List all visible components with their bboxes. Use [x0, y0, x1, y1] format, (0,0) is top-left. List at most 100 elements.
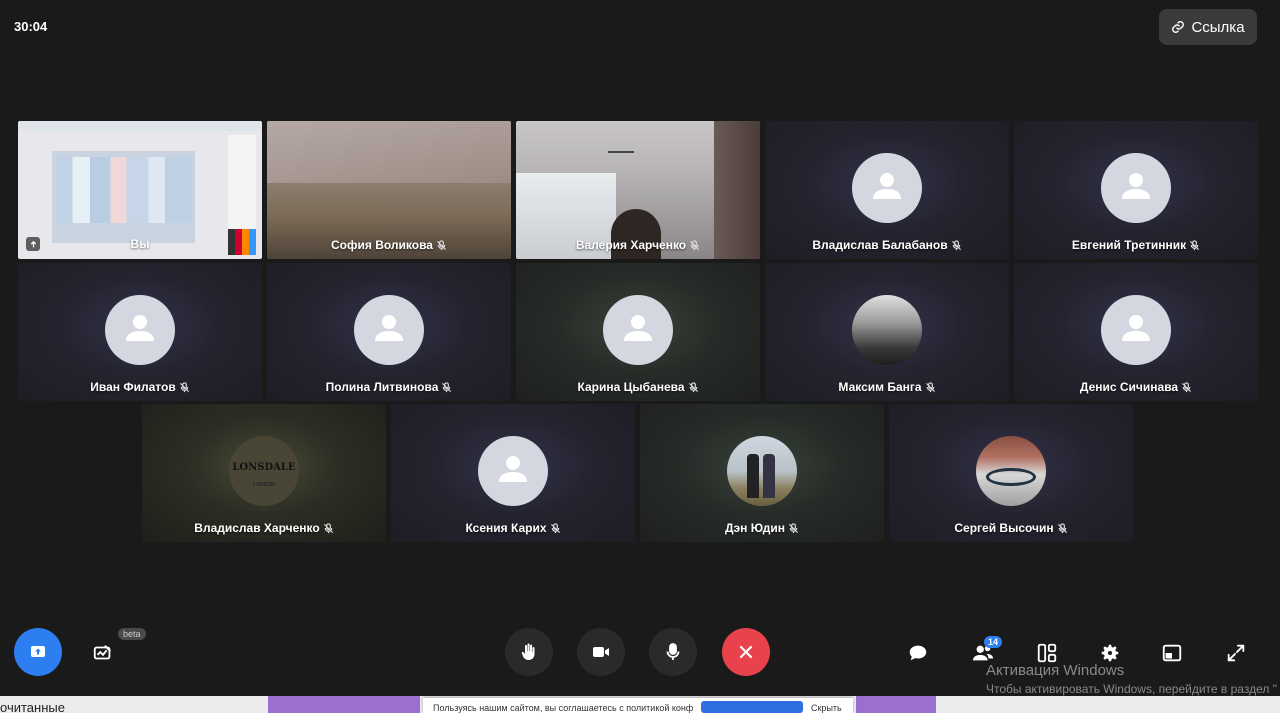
participant-name: Иван Филатов	[18, 380, 262, 394]
layout-grid-icon	[1037, 643, 1057, 663]
lonsdale-logo-sub: LONDON	[253, 482, 275, 488]
cookie-hide-link[interactable]: Скрыть	[811, 703, 842, 713]
cookie-banner: Пользуясь нашим сайтом, вы соглашаетесь …	[423, 698, 853, 713]
participant-name: Денис Сичинава	[1014, 380, 1258, 394]
participant-tile-ivan[interactable]: Иван Филатов	[18, 263, 262, 401]
user-icon	[873, 173, 901, 199]
background-page-text: очитанные	[0, 700, 65, 713]
shared-screen-titlebar	[18, 121, 262, 131]
photo-person	[763, 454, 775, 498]
avatar	[727, 436, 797, 506]
fullscreen-button[interactable]	[1221, 638, 1251, 668]
raise-hand-button[interactable]	[505, 628, 553, 676]
user-icon	[375, 315, 403, 341]
mic-muted-icon	[1190, 239, 1200, 250]
avatar	[852, 153, 922, 223]
lonsdale-logo: LONSDALE	[232, 462, 296, 473]
camera-feed-lamp	[608, 151, 634, 161]
participant-tile-sofia[interactable]: София Воликова	[267, 121, 511, 259]
user-icon	[499, 456, 527, 482]
cookie-banner-text: Пользуясь нашим сайтом, вы соглашаетесь …	[433, 703, 693, 713]
avatar	[354, 295, 424, 365]
participant-tile-vladislav-b[interactable]: Владислав Балабанов	[765, 121, 1009, 259]
participant-tile-valeria[interactable]: Валерия Харченко	[516, 121, 760, 259]
link-icon	[1172, 21, 1185, 33]
user-icon	[1122, 173, 1150, 199]
close-icon	[739, 645, 753, 659]
background-page-banner	[268, 696, 420, 713]
expand-icon	[1227, 644, 1245, 662]
background-page-banner	[856, 696, 936, 713]
mic-muted-icon	[436, 239, 447, 250]
participant-tile-karina[interactable]: Карина Цыбанева	[516, 263, 760, 401]
participant-tile-sergey[interactable]: Сергей Высочин	[889, 404, 1133, 542]
photo-person	[747, 454, 759, 498]
participant-name: Карина Цыбанева	[516, 380, 760, 394]
avatar	[1101, 295, 1171, 365]
participant-name: Сергей Высочин	[889, 521, 1133, 535]
participant-name: Вы	[130, 237, 150, 251]
chat-button[interactable]	[903, 638, 933, 668]
user-icon	[1122, 315, 1150, 341]
participant-tile-evgeny[interactable]: Евгений Третинник	[1014, 121, 1258, 259]
screen-share-icon	[31, 646, 45, 657]
shared-palette	[228, 135, 256, 231]
participant-name: София Воликова	[267, 238, 511, 252]
shared-poster	[56, 157, 192, 223]
participant-tile-ksenia[interactable]: Ксения Карих	[391, 404, 635, 542]
avatar	[603, 295, 673, 365]
link-label: Ссылка	[1191, 18, 1245, 36]
mic-muted-icon	[1057, 522, 1067, 533]
mic-muted-icon	[323, 522, 333, 533]
mic-muted-icon	[925, 381, 935, 392]
avatar	[1101, 153, 1171, 223]
participant-tile-self[interactable]: Вы	[18, 121, 262, 259]
whiteboard-icon	[93, 645, 111, 660]
mic-muted-icon	[690, 239, 700, 250]
user-icon	[126, 315, 154, 341]
participant-name: Владислав Харченко	[142, 521, 386, 535]
mic-muted-icon	[688, 381, 698, 392]
mic-muted-icon	[179, 381, 189, 392]
avatar: LONSDALE LONDON	[229, 436, 299, 506]
microphone-icon	[666, 643, 680, 660]
participant-tile-den[interactable]: Дэн Юдин	[640, 404, 884, 542]
participant-name: Валерия Харченко	[516, 238, 760, 252]
windows-activation-subtitle: Чтобы активировать Windows, перейдите в …	[986, 682, 1277, 696]
mic-muted-icon	[550, 522, 560, 533]
participant-name: Полина Литвинова	[267, 380, 511, 394]
mic-muted-icon	[951, 239, 961, 250]
participant-tile-maxim[interactable]: Максим Банга	[765, 263, 1009, 401]
user-icon	[624, 315, 652, 341]
participant-tile-polina[interactable]: Полина Литвинова	[267, 263, 511, 401]
beta-badge: beta	[118, 628, 146, 640]
participant-name: Евгений Третинник	[1014, 238, 1258, 252]
picture-in-picture-icon	[1162, 644, 1182, 662]
mic-muted-icon	[442, 381, 452, 392]
chat-icon	[909, 645, 927, 661]
avatar	[105, 295, 175, 365]
camera-button[interactable]	[577, 628, 625, 676]
windows-activation-title: Активация Windows	[986, 662, 1125, 679]
participant-name: Ксения Карих	[391, 521, 635, 535]
participant-tile-denis[interactable]: Денис Сичинава	[1014, 263, 1258, 401]
camera-icon	[593, 647, 609, 657]
pip-button[interactable]	[1157, 638, 1187, 668]
participant-tile-vladislav-h[interactable]: LONSDALE LONDON Владислав Харченко	[142, 404, 386, 542]
camera-feed	[267, 121, 511, 183]
mic-muted-icon	[788, 522, 799, 533]
whiteboard-button[interactable]	[88, 638, 118, 668]
avatar	[478, 436, 548, 506]
participant-name: Дэн Юдин	[640, 521, 884, 535]
copy-link-button[interactable]: Ссылка	[1159, 9, 1257, 45]
screen-share-button[interactable]	[14, 628, 62, 676]
mic-muted-icon	[1182, 381, 1192, 392]
end-call-button[interactable]	[722, 628, 770, 676]
cookie-accept-button[interactable]	[701, 701, 803, 713]
participants-count-badge: 14	[984, 636, 1002, 648]
call-timer: 30:04	[14, 19, 48, 34]
hand-icon	[521, 643, 535, 660]
avatar	[852, 295, 922, 365]
gear-icon	[1101, 644, 1119, 662]
microphone-button[interactable]	[649, 628, 697, 676]
